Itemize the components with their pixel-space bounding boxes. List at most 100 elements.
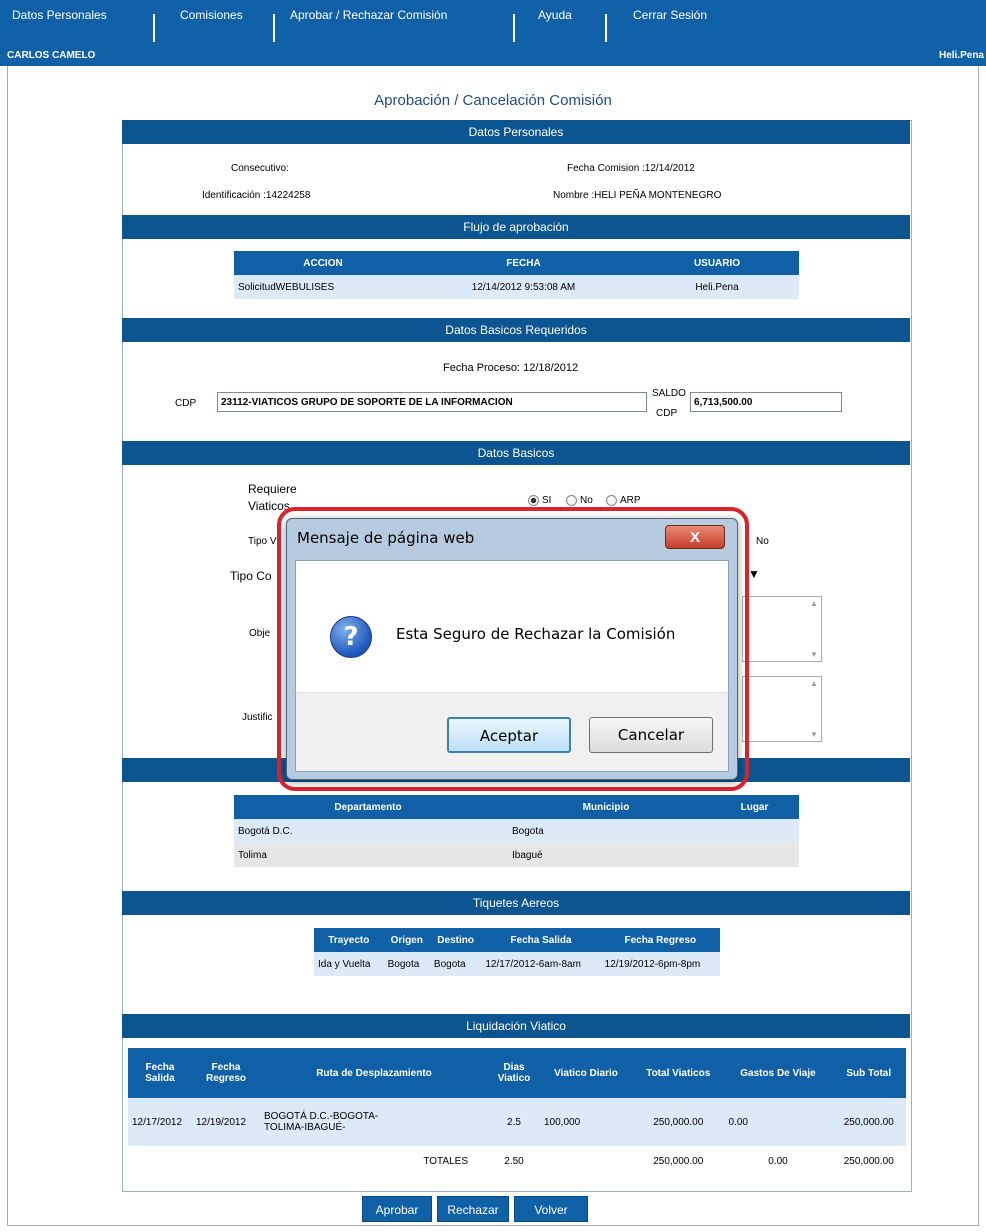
chevron-down-icon[interactable]: ▼	[748, 567, 760, 581]
table-header-row: ACCION FECHA USUARIO	[234, 251, 799, 275]
section-header-tiquetes: Tiquetes Aereos	[122, 891, 910, 915]
justificacion-textarea[interactable]: ▲ ▼	[742, 676, 822, 742]
table-cell: 12/19/2012	[192, 1098, 260, 1146]
table-cell: 250,000.00	[843, 1155, 894, 1167]
nav-separator	[153, 14, 155, 42]
dialog-ok-button[interactable]: Aceptar	[447, 717, 571, 753]
column-header: Fecha Regreso	[600, 928, 720, 952]
volver-button[interactable]: Volver	[514, 1196, 588, 1222]
scroll-up-icon[interactable]: ▲	[810, 679, 818, 688]
radio-label: SI	[542, 495, 552, 507]
consecutivo-label: Consecutivo:	[231, 163, 289, 174]
column-header: Total Viaticos	[632, 1048, 725, 1098]
table-cell: 250,000.00	[632, 1098, 725, 1146]
column-header: Fecha Regreso	[192, 1048, 260, 1098]
cdp-label: CDP	[175, 398, 197, 409]
table-header-row: Departamento Municipio Lugar	[234, 795, 799, 819]
table-cell	[710, 819, 799, 843]
table-row: Tolima Ibagué	[234, 843, 799, 867]
column-header-text: Dias	[503, 1062, 525, 1073]
current-user-name: CARLOS CAMELO	[7, 50, 96, 61]
page-frame-left	[7, 66, 8, 1226]
tipo-viatico-label: Tipo V	[248, 536, 277, 547]
table-cell: BOGOTÁ D.C.-BOGOTA- TOLIMA-IBAGUÉ-	[260, 1098, 488, 1146]
nav-separator	[605, 14, 607, 42]
column-header-text: Regreso	[205, 1073, 246, 1084]
table-cell	[128, 1146, 192, 1176]
column-header: Lugar	[710, 795, 799, 819]
fecha-proceso: Fecha Proceso: 12/18/2012	[443, 362, 579, 374]
scroll-down-icon[interactable]: ▼	[810, 650, 818, 659]
aprobar-button[interactable]: Aprobar	[362, 1196, 432, 1222]
dialog-close-button[interactable]: X	[665, 525, 725, 549]
column-header: Gastos De Viaje	[724, 1048, 832, 1098]
table-cell: Ibagué	[502, 843, 710, 867]
destinos-table: Departamento Municipio Lugar Bogotá D.C.…	[234, 795, 799, 867]
radio-label: ARP	[620, 495, 641, 507]
column-header-text: Fecha	[211, 1062, 241, 1073]
scroll-up-icon[interactable]: ▲	[810, 599, 818, 608]
table-row: 12/17/2012 12/19/2012 BOGOTÁ D.C.-BOGOTA…	[128, 1098, 906, 1146]
column-header: Viatico Diario	[540, 1048, 633, 1098]
table-cell: 0.00	[768, 1155, 788, 1167]
table-row: Ida y Vuelta Bogota Bogota 12/17/2012-6a…	[314, 952, 720, 976]
totals-row: TOTALES 2.50 250,000.00 0.00 250,000.00	[128, 1146, 906, 1176]
question-icon: ?	[330, 616, 372, 658]
column-header: Ruta de Desplazamiento	[260, 1048, 488, 1098]
table-cell: 12/14/2012 9:53:08 AM	[412, 275, 635, 299]
dialog-cancel-button[interactable]: Cancelar	[589, 717, 713, 753]
radio-button[interactable]	[528, 495, 539, 506]
totales-label: TOTALES	[423, 1155, 468, 1167]
table-cell: 250,000.00	[653, 1155, 704, 1167]
column-header: Trayecto	[314, 928, 384, 952]
table-cell: 12/17/2012	[128, 1098, 192, 1146]
radio-si[interactable]: SI	[528, 495, 551, 506]
cdp-field[interactable]: 23112-VIATICOS GRUPO DE SOPORTE DE LA IN…	[217, 392, 647, 412]
column-header: ACCION	[234, 251, 412, 275]
table-cell: Bogotá D.C.	[234, 819, 502, 843]
nav-aprobar-rechazar[interactable]: Aprobar / Rechazar Comisión	[290, 8, 447, 22]
nav-cerrar-sesion[interactable]: Cerrar Sesión	[633, 8, 707, 22]
table-cell: Heli.Pena	[635, 275, 799, 299]
main-nav: Datos Personales Comisiones Aprobar / Re…	[0, 8, 986, 42]
table-cell	[710, 843, 799, 867]
scroll-down-icon[interactable]: ▼	[810, 730, 818, 739]
rechazar-button[interactable]: Rechazar	[437, 1196, 509, 1222]
radio-button[interactable]	[606, 495, 617, 506]
radio-button[interactable]	[566, 495, 577, 506]
table-cell: 12/17/2012-6am-8am	[481, 952, 601, 976]
radio-label: No	[580, 495, 593, 507]
table-cell: 12/19/2012-6pm-8pm	[600, 952, 720, 976]
nav-separator	[273, 14, 275, 42]
confirm-dialog: Mensaje de página web X ? Esta Seguro de…	[286, 518, 738, 780]
nombre: Nombre :HELI PEÑA MONTENEGRO	[553, 190, 722, 201]
column-header: Municipio	[502, 795, 710, 819]
section-header-datos-personales: Datos Personales	[122, 120, 910, 144]
nav-ayuda[interactable]: Ayuda	[538, 8, 572, 22]
radio-no[interactable]: No	[566, 495, 593, 506]
table-cell: Tolima	[234, 843, 502, 867]
section-header-liquidacion: Liquidación Viatico	[122, 1014, 910, 1038]
page-frame-bottom	[7, 1225, 979, 1226]
saldo-cdp-field[interactable]: 6,713,500.00	[690, 392, 842, 412]
column-header: Dias Viatico	[488, 1048, 540, 1098]
objeto-textarea[interactable]: ▲ ▼	[742, 596, 822, 662]
table-cell: 2.5	[488, 1098, 540, 1146]
page-frame-right	[978, 66, 979, 1226]
identificacion: Identificación :14224258	[202, 190, 311, 201]
nav-comisiones[interactable]: Comisiones	[180, 8, 243, 22]
column-header: Destino	[429, 928, 482, 952]
radio-arp[interactable]: ARP	[606, 495, 641, 506]
current-user-login: Heli.Pena	[938, 50, 984, 61]
section-header-flujo: Flujo de aprobación	[122, 215, 910, 239]
table-cell: 2.50	[504, 1155, 524, 1167]
nav-separator	[513, 14, 515, 42]
column-header-text: Fecha	[145, 1062, 175, 1073]
nav-datos-personales[interactable]: Datos Personales	[12, 8, 107, 22]
column-header: Fecha Salida	[128, 1048, 192, 1098]
column-header: USUARIO	[635, 251, 799, 275]
table-cell: 100,000	[540, 1098, 633, 1146]
ruta-text: TOLIMA-IBAGUÉ-	[264, 1122, 346, 1133]
section-header-datos-basicos: Datos Basicos	[122, 441, 910, 465]
dialog-body: ? Esta Seguro de Rechazar la Comisión	[295, 560, 729, 692]
